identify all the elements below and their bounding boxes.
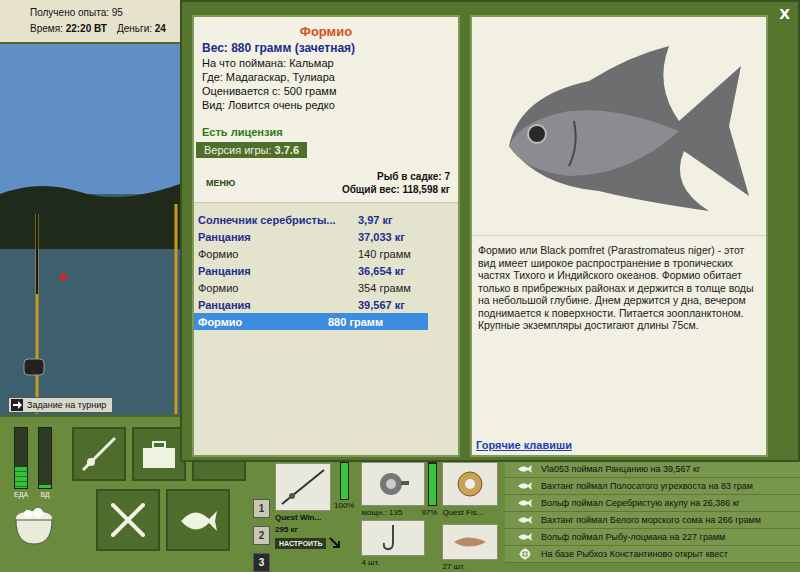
experience-label: Получено опыта: 95	[30, 5, 176, 21]
catch-row[interactable]: Формио 880 грамм	[194, 313, 428, 330]
fish-icon	[517, 481, 533, 491]
close-button[interactable]: X	[779, 6, 790, 22]
line-spool-icon	[455, 469, 485, 499]
license-status: Есть лицензия	[202, 124, 450, 140]
rod-icon	[278, 466, 328, 508]
keepnet-count: Рыб в садке: 7	[342, 170, 450, 183]
catch-row[interactable]: Солнечник серебристы... 3,97 кг	[194, 211, 458, 228]
catch-row[interactable]: Формио 354 грамм	[194, 279, 458, 296]
hook-count: 4 шт.	[361, 558, 437, 568]
fish-icon	[175, 497, 221, 543]
cauldron-icon[interactable]	[10, 504, 60, 550]
reel-icon	[375, 469, 411, 499]
game-version: Версия игры: 3.7.6	[196, 142, 307, 158]
feed-message: Вахтанг поймал Полосатого угрехвоста на …	[505, 478, 800, 495]
rod-button[interactable]	[72, 427, 126, 481]
reel-slot[interactable]	[361, 462, 425, 506]
rod-slot-button[interactable]: 3	[253, 553, 270, 572]
catch-row[interactable]: Ранцания 37,033 кг	[194, 228, 458, 245]
reel-power: мощн.: 135	[361, 508, 402, 518]
fish-name: Формио	[202, 23, 450, 40]
fish-icon	[517, 498, 533, 508]
rod-slot-button[interactable]: 2	[253, 526, 270, 545]
pomfret-icon	[479, 26, 759, 226]
expand-arrow-icon[interactable]	[329, 537, 341, 549]
keepnet-button[interactable]	[166, 489, 230, 551]
feed-message: Vla053 поймал Ранцанию на 39,567 кг	[505, 461, 800, 478]
food-button[interactable]	[96, 489, 160, 551]
hotkeys-link[interactable]: Горячие клавиши	[472, 435, 766, 455]
fish-detail: Вид: Ловится очень редко	[202, 98, 450, 112]
tackle-box-button[interactable]	[132, 427, 186, 481]
fish-picture	[472, 17, 766, 236]
rod-weight: 295 кг	[275, 525, 356, 535]
hud-bar: Получено опыта: 95 Время: 22:20 ВТ Деньг…	[0, 0, 180, 44]
line-name: Quest Fis...	[442, 508, 500, 518]
arrow-icon	[11, 399, 23, 411]
time-label: Время: 22:20 ВТ	[30, 21, 107, 37]
fish-detail: Оценивается с: 500 грамм	[202, 84, 450, 98]
fork-knife-icon	[105, 497, 151, 543]
fish-icon	[517, 464, 533, 474]
fish-description-panel: Формио или Black pomfret (Parastromateus…	[470, 15, 768, 457]
line-slot[interactable]	[442, 462, 498, 506]
lure-count: 27 шт.	[442, 562, 500, 572]
fishing-scene[interactable]: Задание на турнир	[0, 44, 180, 415]
fish-icon	[517, 515, 533, 525]
catch-panel: Формио Вес: 880 грамм (зачетная) На что …	[192, 15, 460, 457]
fish-icon	[517, 532, 533, 542]
rod-condition: 100%	[334, 501, 354, 511]
meter: ВД	[38, 427, 52, 498]
feed-message: Вахтанг поймал Белого морского сома на 2…	[505, 512, 800, 529]
fish-description: Формио или Black pomfret (Parastromateus…	[472, 236, 766, 340]
fish-detail: Где: Мадагаскар, Тулиара	[202, 70, 450, 84]
hook-icon	[381, 523, 405, 553]
configure-button[interactable]: НАСТРОИТЬ	[275, 538, 326, 549]
feed-message: Вольф поймал Рыбу-лоцмана на 227 грамм	[505, 529, 800, 546]
lure-icon	[452, 532, 488, 552]
game-screen: Получено опыта: 95 Время: 22:20 ВТ Деньг…	[0, 0, 800, 572]
feed-message: Вольф поймал Серебристую акулу на 26,386…	[505, 495, 800, 512]
tournament-task-button[interactable]: Задание на турнир	[8, 397, 113, 413]
meter: ЕДА	[14, 427, 28, 498]
fish-info-dialog: X Формио Вес: 880 грамм (зачетная) На чт…	[180, 0, 800, 462]
rod-slot[interactable]	[275, 463, 331, 511]
reel-condition: 97%	[421, 508, 437, 518]
rod-slot-button[interactable]: 1	[253, 499, 270, 518]
quest-icon	[517, 548, 533, 560]
rod-icon	[79, 434, 119, 474]
catch-row[interactable]: Формио 140 грамм	[194, 245, 458, 262]
menu-button[interactable]: МЕНЮ	[202, 176, 239, 190]
money-label: Деньги: 24	[117, 21, 166, 37]
catch-row[interactable]: Ранцания 39,567 кг	[194, 296, 458, 313]
rod-name: Quest Win...	[275, 513, 356, 523]
catch-list: Солнечник серебристы... 3,97 кгРанцания …	[194, 202, 458, 330]
feed-message: На базе Рыбхоз Константиново открыт квес…	[505, 546, 800, 563]
fish-detail: На что поймана: Кальмар	[202, 56, 450, 70]
catch-row[interactable]: Ранцания 36,654 кг	[194, 262, 458, 279]
fish-weight: Вес: 880 грамм (зачетная)	[202, 40, 450, 56]
rods-icon	[0, 44, 180, 414]
tackle-box-icon	[139, 434, 179, 474]
total-weight: Общий вес: 118,598 кг	[342, 183, 450, 196]
hook-slot[interactable]	[361, 520, 425, 556]
lure-slot[interactable]	[442, 524, 498, 560]
